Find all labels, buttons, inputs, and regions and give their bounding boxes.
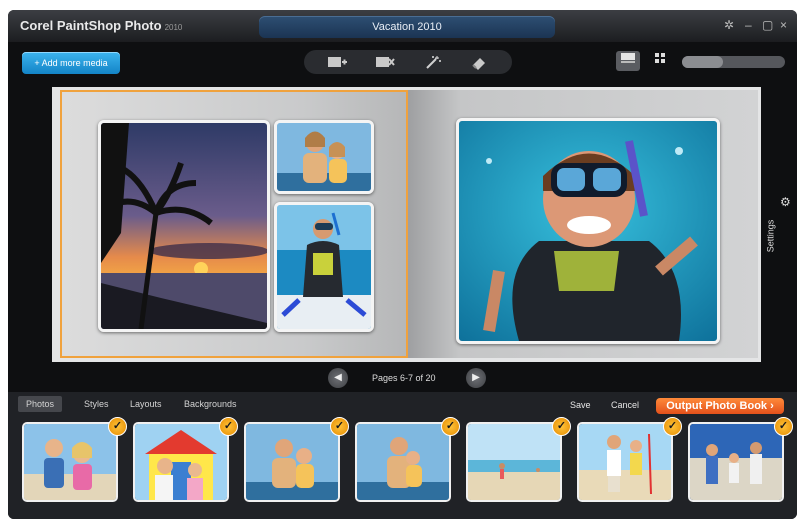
cancel-button[interactable]: Cancel: [611, 400, 639, 410]
book-page-right[interactable]: [408, 90, 758, 358]
toolbar: + Add more media: [8, 42, 797, 82]
book-page-left[interactable]: [60, 90, 408, 358]
selected-check-icon: ✓: [219, 417, 238, 436]
selected-check-icon: ✓: [330, 417, 349, 436]
tab-layouts[interactable]: Layouts: [122, 396, 170, 412]
preferences-icon[interactable]: ✲: [724, 18, 734, 32]
zoom-slider[interactable]: [682, 56, 785, 68]
tab-styles[interactable]: Styles: [76, 396, 117, 412]
selected-check-icon: ✓: [774, 417, 793, 436]
thumbnail-two-kids[interactable]: [22, 422, 118, 502]
photo-palm-sunset[interactable]: [98, 120, 270, 332]
photo-mother-daughter[interactable]: [274, 120, 374, 194]
thumbnail-person-on-beach[interactable]: [466, 422, 562, 502]
title-bar: Corel PaintShop Photo 2010 Vacation 2010 …: [8, 10, 797, 42]
app-name: Corel PaintShop Photo: [20, 18, 162, 33]
tab-photos[interactable]: Photos: [18, 396, 63, 412]
eraser-icon[interactable]: [468, 54, 490, 70]
previous-page-button[interactable]: ◀: [328, 368, 348, 388]
minimize-icon[interactable]: –: [745, 18, 752, 32]
selected-check-icon: ✓: [108, 417, 127, 436]
edit-tool-group: [304, 50, 512, 74]
next-page-button[interactable]: ▶: [466, 368, 486, 388]
output-photo-book-label: Output Photo Book: [666, 400, 768, 412]
document-title[interactable]: Vacation 2010: [259, 16, 555, 38]
selected-check-icon: ✓: [552, 417, 571, 436]
settings-label: Settings: [765, 219, 776, 253]
remove-photo-icon[interactable]: [374, 54, 396, 70]
tab-backgrounds[interactable]: Backgrounds: [176, 396, 245, 412]
thumbnail-family-walk[interactable]: [688, 422, 784, 502]
photo-woman-snorkel-boat[interactable]: [274, 202, 374, 332]
grid-view-icon[interactable]: [648, 51, 672, 71]
save-button[interactable]: Save: [570, 400, 591, 410]
zoom-slider-fill: [682, 56, 724, 68]
settings-panel-toggle[interactable]: ⚙ Settings: [765, 195, 794, 265]
magic-wand-icon[interactable]: [422, 54, 444, 70]
maximize-icon[interactable]: ▢: [762, 18, 773, 32]
app-version: 2010: [164, 23, 183, 32]
thumbnail-mother-daughter[interactable]: [244, 422, 340, 502]
close-icon[interactable]: ×: [780, 18, 787, 32]
app-window: Corel PaintShop Photo 2010 Vacation 2010 …: [8, 10, 797, 519]
gears-icon: ⚙: [780, 195, 791, 209]
add-media-button[interactable]: + Add more media: [22, 52, 120, 74]
arrow-right-icon: ›: [770, 400, 774, 412]
page-indicator: Pages 6-7 of 20: [372, 373, 436, 383]
output-photo-book-button[interactable]: Output Photo Book ›: [656, 398, 784, 414]
thumbnail-couple-beach[interactable]: [577, 422, 673, 502]
add-photo-icon[interactable]: [326, 54, 348, 70]
app-title: Corel PaintShop Photo 2010: [20, 18, 182, 33]
selected-check-icon: ✓: [663, 417, 682, 436]
thumbnail-beach-hut[interactable]: [133, 422, 229, 502]
selected-check-icon: ✓: [441, 417, 460, 436]
single-view-icon[interactable]: [616, 51, 640, 71]
media-tray: Photos Styles Layouts Backgrounds Save C…: [8, 392, 797, 519]
thumbnail-mother-daughter-2[interactable]: [355, 422, 451, 502]
photo-diver-closeup[interactable]: [456, 118, 720, 344]
